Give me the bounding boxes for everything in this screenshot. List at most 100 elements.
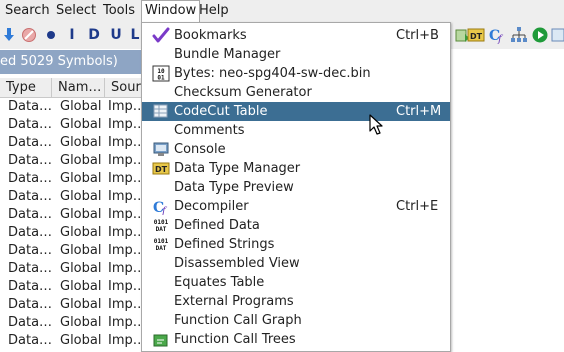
defined-data-icon: 0101 DAT [152,217,170,234]
cell-namespace: Global [60,99,102,114]
menu-item-function-call-graph[interactable]: Function Call Graph [142,311,450,330]
menu-item-shortcut: Ctrl+E [396,199,439,214]
menu-item-data-type-preview[interactable]: Data Type Preview [142,178,450,197]
monitor-icon [152,141,170,158]
table-row[interactable]: Data… Global Imp… [0,116,142,134]
table-row[interactable]: Data… Global Imp… [0,98,142,116]
menu-item-codecut-table[interactable]: CodeCut Table Ctrl+M [142,102,450,121]
cell-namespace: Global [60,189,102,204]
cell-source: Imp… [108,225,142,240]
menu-select[interactable]: Select [53,0,99,22]
menu-item-equates-table[interactable]: Equates Table [142,273,450,292]
table-row[interactable]: Data… Global Imp… [0,242,142,260]
svg-text:DAT: DAT [156,245,167,252]
menu-item-disassembled-view[interactable]: Disassembled View [142,254,450,273]
table-row[interactable]: Data… Global Imp… [0,296,142,314]
menu-item-console[interactable]: Console [142,140,450,159]
menu-item-comments[interactable]: Comments [142,121,450,140]
function-graph-icon[interactable] [510,26,528,44]
table-row[interactable]: Data… Global Imp… [0,314,142,332]
mouse-cursor-icon [369,114,385,136]
cell-namespace: Global [60,135,102,150]
cell-type: Data… [8,171,52,186]
cell-namespace: Global [60,279,102,294]
decompiler-icon: Cf [152,198,170,217]
cell-type: Data… [8,153,52,168]
cell-type: Data… [8,99,52,114]
stop-icon[interactable] [20,26,38,44]
menu-item-label: Data Type Preview [174,180,294,195]
column-header-source[interactable]: Sour… [105,78,142,98]
cell-source: Imp… [108,171,142,186]
svg-text:DT: DT [470,32,483,41]
cell-type: Data… [8,333,52,348]
cell-namespace: Global [60,243,102,258]
menu-item-label: Bookmarks [174,28,247,43]
menu-window[interactable]: Window [141,0,201,22]
menu-item-defined-data[interactable]: 0101 DAT Defined Data [142,216,450,235]
cell-namespace: Global [60,171,102,186]
nav-undefined-button[interactable]: U [108,26,124,44]
table-row[interactable]: Data… Global Imp… [0,260,142,278]
menu-item-function-call-trees[interactable]: Function Call Trees [142,330,450,349]
menu-item-decompiler[interactable]: Cf Decompiler Ctrl+E [142,197,450,217]
table-row[interactable]: Data… Global Imp… [0,332,142,350]
column-header-name[interactable]: Nam… [52,78,105,98]
menu-item-data-type-manager[interactable]: DT Data Type Manager [142,159,450,178]
menu-item-bundle-manager[interactable]: Bundle Manager [142,45,450,64]
menu-item-external-programs[interactable]: External Programs [142,292,450,311]
menu-help[interactable]: Help [196,0,232,22]
menu-item-label: CodeCut Table [174,104,268,119]
menu-item-label: Data Type Manager [174,161,301,176]
menu-item-label: Comments [174,123,245,138]
table-icon [152,103,170,120]
menu-item-label: Disassembled View [174,256,300,271]
cell-type: Data… [8,207,52,222]
table-row[interactable]: Data… Global Imp… [0,278,142,296]
table-row[interactable]: Data… Global Imp… [0,152,142,170]
svg-text:01: 01 [157,75,165,82]
svg-text:f: f [161,206,168,215]
defined-strings-icon: 0101 DAT [152,236,170,253]
table-row[interactable]: Data… Global Imp… [0,188,142,206]
menu-item-checksum-generator[interactable]: Checksum Generator [142,83,450,102]
svg-text:f: f [497,34,504,44]
data-type-toolbar-icon[interactable]: DT [467,26,485,44]
menu-item-bookmarks[interactable]: Bookmarks Ctrl+B [142,26,450,45]
table-row[interactable]: Data… Global Imp… [0,206,142,224]
window-menu-dropdown: Bookmarks Ctrl+B Bundle Manager 10 01 Byt… [141,22,451,352]
decompiler-toolbar-icon[interactable]: Cf [488,26,506,45]
menu-item-label: Console [174,142,226,157]
cell-namespace: Global [60,333,102,348]
menubar: Search Select Tools Window Help [0,0,564,22]
cell-type: Data… [8,279,52,294]
cell-source: Imp… [108,117,142,132]
table-row[interactable]: Data… Global Imp… [0,170,142,188]
nav-data-button[interactable]: D [86,26,102,44]
down-arrow-icon[interactable] [0,26,18,44]
nav-label-button[interactable]: L [128,26,142,44]
nav-bookmark-icon[interactable] [42,26,60,44]
cell-namespace: Global [60,207,102,222]
nav-instruction-button[interactable]: I [64,26,80,44]
column-header-type[interactable]: Type [0,78,52,98]
run-icon[interactable] [531,26,549,44]
cell-type: Data… [8,243,52,258]
menu-item-shortcut: Ctrl+B [396,28,439,43]
cell-source: Imp… [108,153,142,168]
menu-item-defined-strings[interactable]: 0101 DAT Defined Strings [142,235,450,254]
svg-text:0101: 0101 [154,219,169,226]
symbol-table-title-bar[interactable]: ed 5029 Symbols) [0,50,142,74]
cell-source: Imp… [108,315,142,330]
table-row[interactable]: Data… Global Imp… [0,224,142,242]
menu-tools[interactable]: Tools [100,0,138,22]
data-type-icon: DT [152,160,170,177]
menu-item-label: External Programs [174,294,294,309]
cell-type: Data… [8,135,52,150]
cell-namespace: Global [60,153,102,168]
menu-search[interactable]: Search [2,0,53,22]
menu-item-label: Bytes: neo-spg404-sw-dec.bin [174,66,371,81]
table-row[interactable]: Data… Global Imp… [0,134,142,152]
menu-item-bytes[interactable]: 10 01 Bytes: neo-spg404-sw-dec.bin [142,64,450,83]
program-tree-icon[interactable] [551,26,564,44]
